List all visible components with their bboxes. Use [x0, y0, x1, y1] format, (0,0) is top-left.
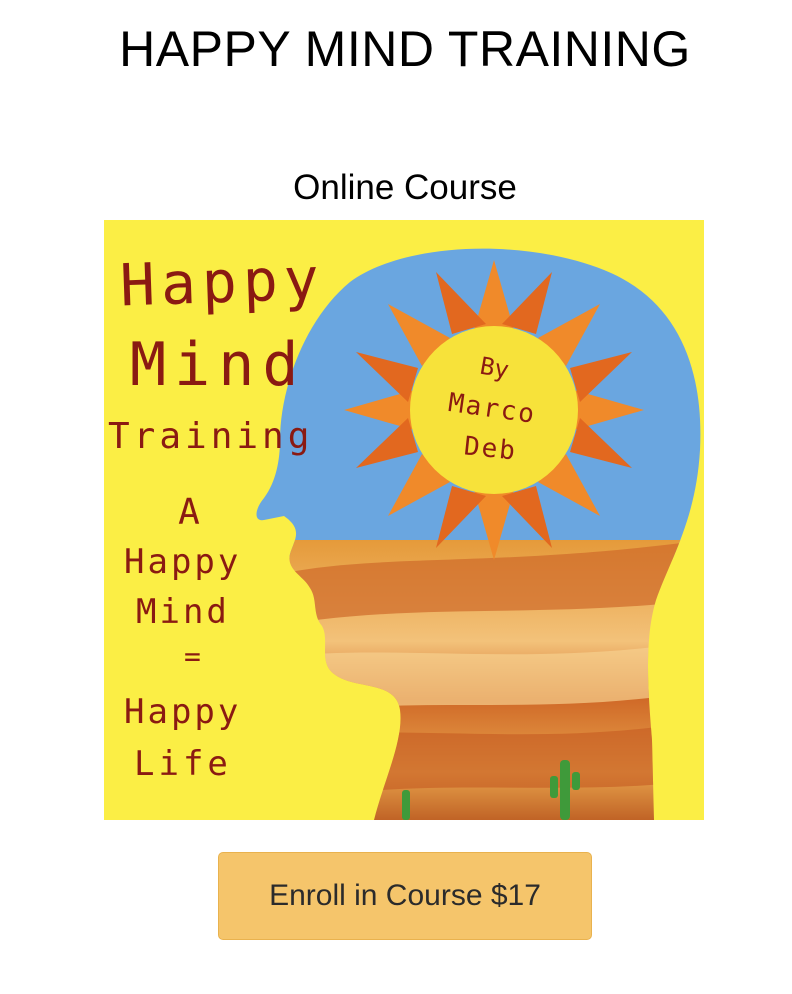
cover-title-training: Training [108, 416, 314, 457]
cover-tagline-line: Life [134, 744, 232, 784]
course-page: HAPPY MIND TRAINING Online Course Happy … [0, 0, 792, 994]
cover-title-happy: Happy [118, 244, 326, 320]
cover-tagline-line: = [184, 640, 201, 673]
cover-author-last-name: Deb [462, 431, 519, 467]
cover-title-mind: Mind [130, 330, 307, 400]
cover-author-by: By [477, 351, 512, 385]
cover-tagline-line: Happy [124, 542, 242, 582]
cover-tagline-line: Happy [124, 692, 242, 732]
cover-tagline-line: Mind [136, 592, 230, 632]
enroll-button[interactable]: Enroll in Course $17 [218, 852, 592, 940]
course-type-label: Online Course [293, 168, 517, 207]
cover-tagline-line: A [178, 492, 200, 533]
course-cover-image: Happy Mind Training A Happy Mind = Happy… [104, 220, 704, 820]
page-title: HAPPY MIND TRAINING [119, 21, 691, 77]
